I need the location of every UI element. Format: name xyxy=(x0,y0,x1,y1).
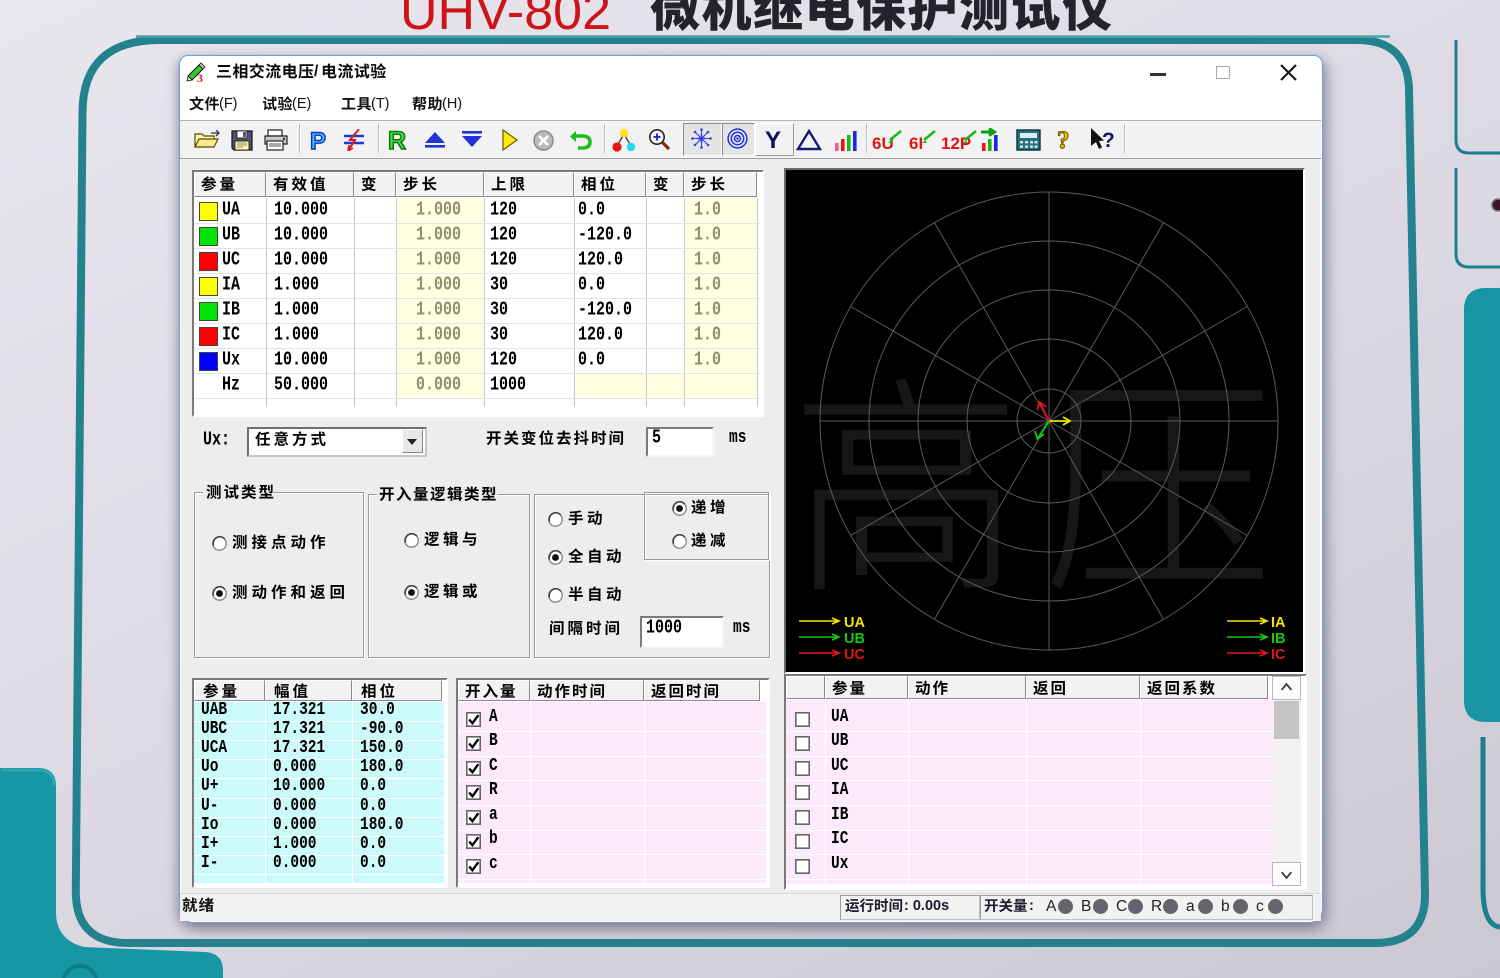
svg-text:12P: 12P xyxy=(941,134,971,153)
svg-text:P: P xyxy=(310,128,326,153)
svg-text:6U: 6U xyxy=(872,134,894,153)
svg-text:3: 3 xyxy=(197,71,203,82)
svg-text:R: R xyxy=(388,127,406,153)
svg-text:?: ? xyxy=(1102,129,1115,152)
svg-text:?: ? xyxy=(1057,127,1070,153)
svg-text:6I: 6I xyxy=(909,134,923,153)
svg-text:Y: Y xyxy=(765,127,781,153)
